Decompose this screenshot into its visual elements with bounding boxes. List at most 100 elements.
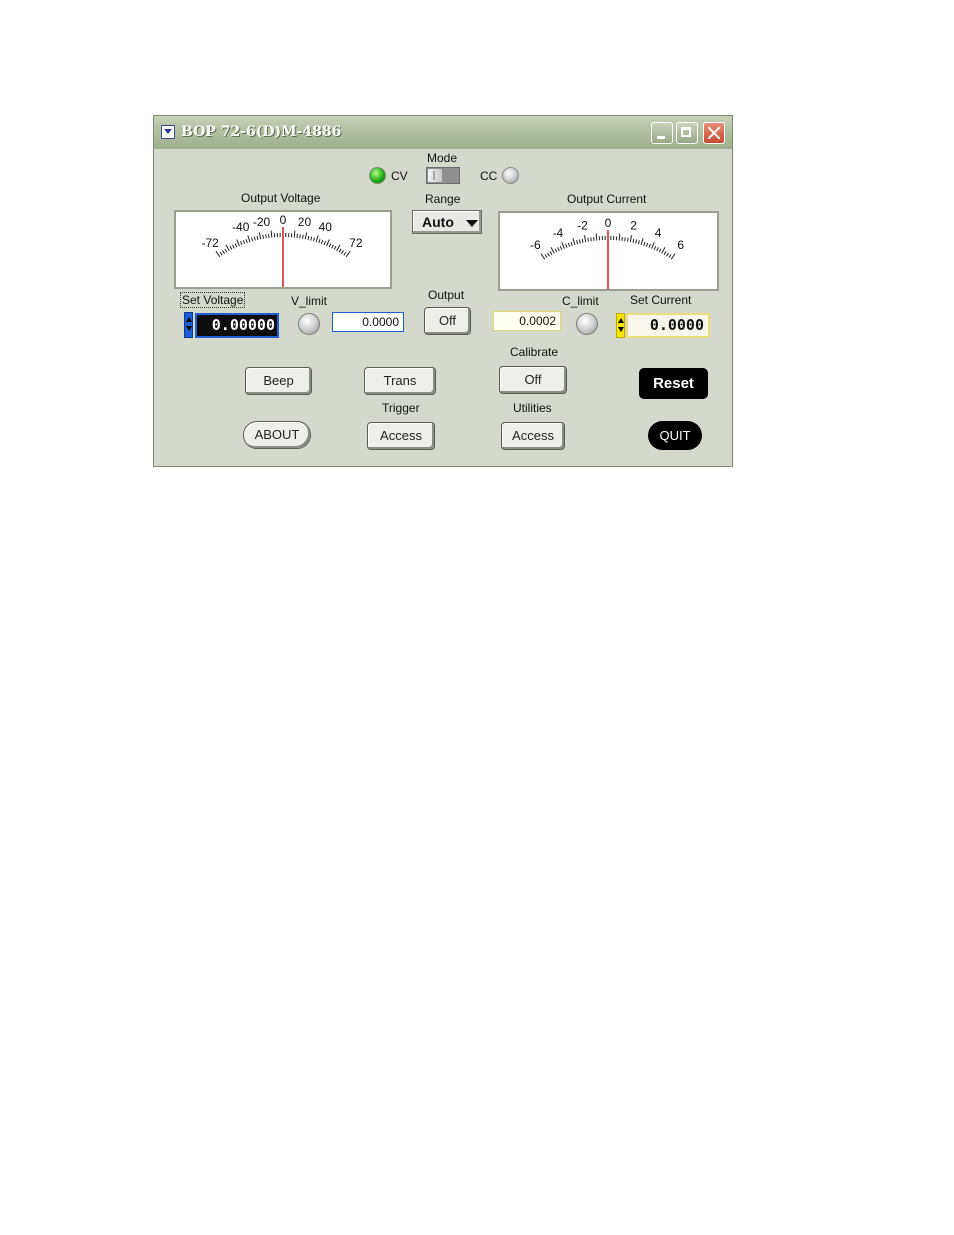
voltage-meter-dial: -72 -40 -20 0 20 40 72 xyxy=(201,213,363,287)
beep-button[interactable]: Beep xyxy=(245,367,312,395)
current-meter-tick-mark xyxy=(578,239,581,244)
voltage-meter-tick-mark xyxy=(320,239,324,245)
v-limit-knob[interactable] xyxy=(298,313,320,335)
minimize-button[interactable] xyxy=(651,122,673,144)
range-dropdown[interactable]: Auto xyxy=(412,210,482,234)
trigger-access-button[interactable]: Access xyxy=(367,422,435,450)
voltage-meter-tick-mark xyxy=(341,250,344,255)
current-meter-tick-mark xyxy=(550,247,555,254)
v-limit-field[interactable]: 0.0000 xyxy=(332,312,404,332)
spin-up-icon[interactable] xyxy=(617,318,624,323)
current-meter-dial: -6 -4 -2 0 2 4 6 xyxy=(530,216,684,289)
voltage-meter-tick-mark xyxy=(242,239,246,245)
current-meter-tick-mark xyxy=(583,235,587,243)
current-meter-tick-mark xyxy=(637,240,640,245)
voltage-meter-tick-mark xyxy=(229,245,233,250)
spin-up-icon[interactable] xyxy=(185,317,192,322)
set-voltage-label: Set Voltage xyxy=(180,292,246,308)
voltage-meter-tick-mark xyxy=(312,237,315,242)
utilities-access-button[interactable]: Access xyxy=(501,422,565,450)
set-current-label: Set Current xyxy=(630,293,692,307)
output-button[interactable]: Off xyxy=(424,307,471,335)
current-meter-tick-mark xyxy=(572,238,576,246)
voltage-meter-tick-label: -40 xyxy=(232,220,250,234)
voltage-meter-tick-mark xyxy=(328,243,332,248)
set-current-spinner[interactable] xyxy=(616,313,625,338)
current-meter-tick-mark xyxy=(643,241,646,246)
voltage-meter-tick-mark xyxy=(323,241,326,246)
voltage-meter-tick-mark xyxy=(219,251,223,256)
set-voltage-input[interactable]: 0.00000 xyxy=(195,313,279,338)
output-current-title: Output Current xyxy=(567,192,647,206)
current-meter-tick-label: 2 xyxy=(630,219,637,233)
current-meter-tick-label: -6 xyxy=(530,238,541,252)
voltage-meter-tick-mark xyxy=(331,244,334,249)
current-meter-tick-mark xyxy=(658,248,662,253)
current-meter-tick-mark xyxy=(557,247,560,252)
set-current-input[interactable]: 0.0000 xyxy=(626,313,710,338)
voltage-meter-tick-mark xyxy=(258,232,262,240)
spin-down-icon[interactable] xyxy=(185,326,192,331)
current-meter-tick-mark xyxy=(567,242,571,247)
voltage-meter-tick-mark xyxy=(304,232,308,240)
current-meter-tick-label: 4 xyxy=(655,226,662,240)
voltage-meter-tick-mark xyxy=(251,237,254,242)
output-voltage-meter: -72 -40 -20 0 20 40 72 xyxy=(174,210,392,289)
c-limit-field[interactable]: 0.0002 xyxy=(493,311,561,331)
calibrate-button[interactable]: Off xyxy=(499,366,567,394)
set-voltage-spinner[interactable] xyxy=(184,312,193,338)
current-meter-tick-mark xyxy=(570,241,573,246)
voltage-meter-tick-mark xyxy=(270,230,273,238)
voltage-meter-tick-label: -72 xyxy=(201,236,219,250)
current-meter-tick-mark xyxy=(651,242,655,249)
current-meter-tick-mark xyxy=(581,238,584,243)
current-meter-tick-mark xyxy=(663,251,667,256)
voltage-meter-tick-mark xyxy=(293,230,296,238)
trigger-label: Trigger xyxy=(382,401,420,415)
current-meter-tick-mark xyxy=(544,254,548,259)
title-bar[interactable]: BOP 72-6(D)M-4886 xyxy=(154,116,732,149)
voltage-meter-tick-mark xyxy=(343,251,347,256)
trans-button[interactable]: Trans xyxy=(364,367,436,395)
current-meter-tick-mark xyxy=(595,233,598,241)
voltage-meter-tick-mark xyxy=(234,243,238,248)
app-menu-icon[interactable] xyxy=(161,125,175,139)
current-meter-tick-mark xyxy=(670,253,676,260)
utilities-label: Utilities xyxy=(513,401,552,415)
cc-indicator-icon xyxy=(502,167,519,184)
voltage-meter-tick-mark xyxy=(336,244,341,252)
voltage-meter-tick-mark xyxy=(338,248,342,253)
about-button[interactable]: ABOUT xyxy=(243,421,311,449)
current-meter-tick-mark xyxy=(626,237,629,242)
cc-label: CC xyxy=(480,169,498,183)
voltage-meter-tick-mark xyxy=(265,234,267,239)
current-meter-tick-mark xyxy=(554,248,558,253)
spin-down-icon[interactable] xyxy=(617,327,624,332)
voltage-meter-tick-mark xyxy=(333,245,337,250)
voltage-meter-tick-mark xyxy=(315,235,319,243)
current-meter-tick-mark xyxy=(635,239,638,244)
cv-label: CV xyxy=(391,169,408,183)
window-title: BOP 72-6(D)M-4886 xyxy=(181,124,342,140)
voltage-meter-tick-mark xyxy=(318,239,321,244)
close-button[interactable] xyxy=(703,122,725,144)
voltage-meter-tick-mark xyxy=(296,233,298,238)
c-limit-knob[interactable] xyxy=(576,313,598,335)
current-meter-tick-mark xyxy=(549,251,553,256)
voltage-meter-tick-mark xyxy=(225,244,230,252)
current-meter-tick-mark xyxy=(666,252,669,257)
voltage-meter-tick-mark xyxy=(253,236,256,241)
voltage-meter-tick-mark xyxy=(310,236,313,241)
current-meter-tick-mark xyxy=(576,240,579,245)
voltage-meter-tick-mark xyxy=(345,250,351,258)
reset-button[interactable]: Reset xyxy=(639,368,708,399)
voltage-meter-tick-mark xyxy=(302,234,304,239)
voltage-meter-tick-label: 0 xyxy=(280,213,287,227)
current-meter-tick-mark xyxy=(587,237,590,242)
c-limit-label: C_limit xyxy=(562,294,599,308)
quit-button[interactable]: QUIT xyxy=(648,421,702,450)
maximize-button[interactable] xyxy=(676,122,698,144)
current-meter-tick-mark xyxy=(640,238,644,246)
mode-switch[interactable] xyxy=(426,167,460,184)
voltage-meter-tick-mark xyxy=(240,241,243,246)
